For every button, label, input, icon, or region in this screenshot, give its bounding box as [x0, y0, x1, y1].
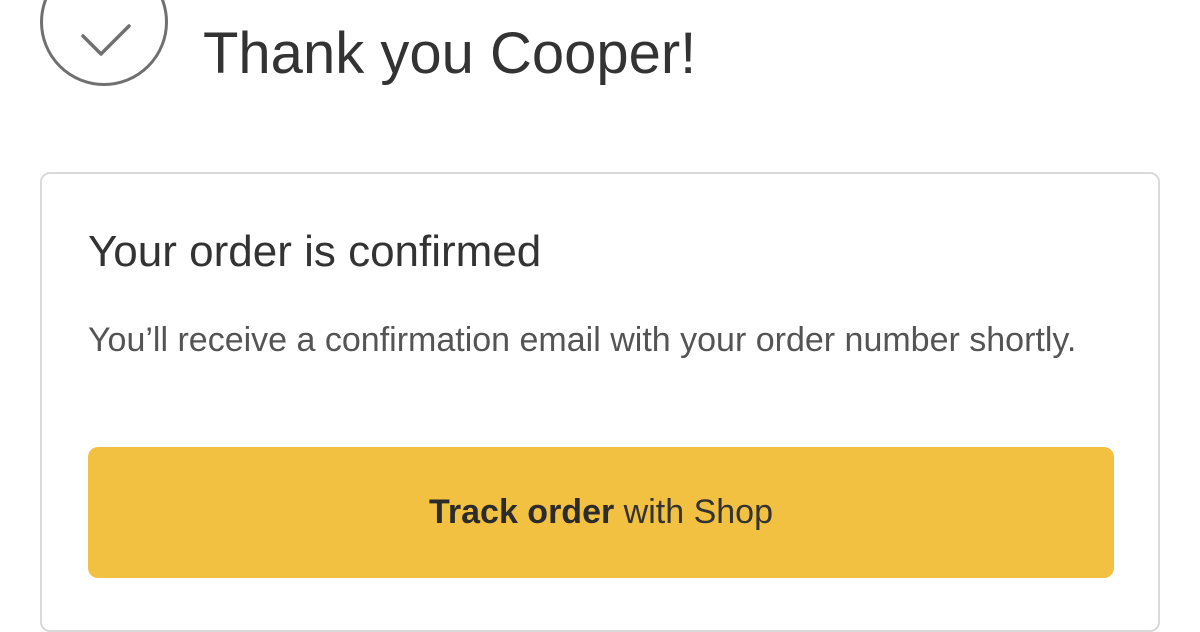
with-shop-label: with Shop — [623, 493, 773, 531]
order-confirmation-card: Your order is confirmed You’ll receive a… — [40, 172, 1160, 632]
track-order-label: Track order — [429, 493, 615, 531]
check-circle-icon — [40, 0, 168, 86]
card-title: Your order is confirmed — [88, 227, 542, 276]
confirmation-message: You’ll receive a confirmation email with… — [88, 321, 1077, 359]
track-order-button[interactable]: Track order with Shop — [88, 447, 1114, 578]
page-title: Thank you Cooper! — [203, 21, 697, 86]
